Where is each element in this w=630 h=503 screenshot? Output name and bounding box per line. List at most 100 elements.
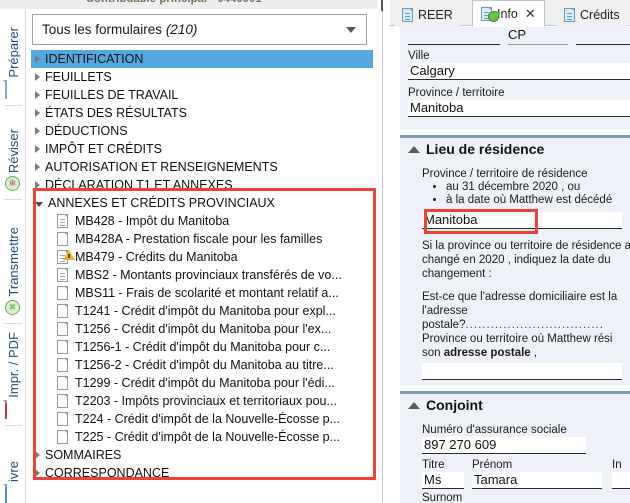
tree-group-row[interactable]: ANNEXES ET CRÉDITS PROVINCIAUX <box>31 194 373 212</box>
address-extra-field[interactable] <box>576 44 630 45</box>
panel-splitter[interactable] <box>378 0 390 503</box>
form-view-panel: REER Info ✕ Crédits CP Ville Calgary Pro… <box>390 0 630 503</box>
chevron-down-icon[interactable] <box>35 202 43 207</box>
document-blank-icon <box>57 340 68 354</box>
tab-reer[interactable]: REER <box>394 2 461 27</box>
chevron-right-icon[interactable] <box>35 469 40 477</box>
rail-item-suivre[interactable]: ivre <box>0 435 26 503</box>
sin-label: Numéro d'assurance sociale <box>422 424 567 436</box>
transmit-circle-icon: ✖ <box>5 300 21 316</box>
window-title: Contribuable principal - 0440001 <box>86 0 262 5</box>
tree-leaf-row[interactable]: T2203 - Impôts provinciaux et territoria… <box>31 392 373 410</box>
cp-label: CP <box>508 27 527 42</box>
chevron-right-icon[interactable] <box>35 109 40 117</box>
tree-group-row[interactable]: FEUILLES DE TRAVAIL <box>31 86 373 104</box>
address-line-field[interactable] <box>408 44 500 45</box>
tree-leaf-row[interactable]: MB428A - Prestation fiscale pour les fam… <box>31 230 373 248</box>
chevron-up-icon[interactable] <box>408 401 420 409</box>
tree-row-label: MB479 - Crédits du Manitoba <box>75 250 238 264</box>
rail-item-label: Impr. / PDF <box>5 332 21 398</box>
tab-info[interactable]: Info ✕ <box>472 0 545 27</box>
chevron-right-icon[interactable] <box>35 91 40 99</box>
postal-province-field[interactable] <box>422 363 622 380</box>
chevron-down-icon[interactable] <box>346 26 356 33</box>
tree-leaf-row[interactable]: MBS2 - Montants provinciaux transférés d… <box>31 266 373 284</box>
rail-item-impr-pdf[interactable]: Impr. / PDF <box>0 331 26 419</box>
residence-change-note: Si la province ou territoire de résidenc… <box>422 240 630 280</box>
firstname-label: Prénom <box>472 459 513 471</box>
province-field[interactable]: Manitoba <box>408 100 630 117</box>
chevron-right-icon[interactable] <box>35 145 40 153</box>
tree-leaf-row[interactable]: T1256 - Crédit d'impôt du Manitoba pour … <box>31 320 373 338</box>
title-field[interactable]: Ms <box>422 472 464 489</box>
tree-group-row[interactable]: DÉDUCTIONS <box>31 122 373 140</box>
rail-item-transmettre[interactable]: ✖ Transmettre <box>0 208 26 316</box>
spouse-section-header[interactable]: Conjoint <box>400 391 630 415</box>
tree-leaf-row[interactable]: T1256-1 - Crédit d'impôt du Manitoba pou… <box>31 338 373 356</box>
chevron-up-icon[interactable] <box>408 145 420 153</box>
tree-row-label: T224 - Crédit d'impôt de la Nouvelle-Éco… <box>75 412 341 426</box>
tree-group-row[interactable]: CORRESPONDANCE <box>31 464 373 482</box>
cp-field[interactable] <box>508 44 568 45</box>
tree-group-row[interactable]: AUTORISATION ET RENSEIGNEMENTS <box>31 158 373 176</box>
tree-group-row[interactable]: IDENTIFICATION <box>31 50 373 68</box>
tab-credits[interactable]: Crédits <box>556 2 628 27</box>
province-label: Province / territoire <box>408 87 505 99</box>
section-divider <box>400 391 630 394</box>
rail-item-label: Préparer <box>5 27 21 78</box>
tree-leaf-row[interactable]: T224 - Crédit d'impôt de la Nouvelle-Éco… <box>31 410 373 428</box>
chevron-right-icon[interactable] <box>35 181 40 189</box>
tree-leaf-row[interactable]: T1256-2 - Crédit d'impôt du Manitoba au … <box>31 356 373 374</box>
spouse-section-title: Conjoint <box>426 397 483 413</box>
chevron-right-icon[interactable] <box>35 127 40 135</box>
residence-province-field[interactable]: Manitoba <box>422 212 622 229</box>
splitter-handle[interactable] <box>381 0 383 11</box>
chevron-right-icon[interactable] <box>35 55 40 63</box>
document-blank-icon <box>57 430 68 444</box>
residence-section: Lieu de résidence Province / territoire … <box>400 135 630 385</box>
rail-item-label: ivre <box>5 461 21 482</box>
chevron-right-icon[interactable] <box>35 73 40 81</box>
tree-row-label: T1256-2 - Crédit d'impôt du Manitoba au … <box>75 358 334 372</box>
tree-leaf-row[interactable]: MB479 - Crédits du Manitoba <box>31 248 373 266</box>
form-tabstrip: REER Info ✕ Crédits <box>390 0 630 27</box>
warning-icon <box>63 250 75 260</box>
ville-field[interactable]: Calgary <box>408 63 630 80</box>
tree-leaf-row[interactable]: T1241 - Crédit d'impôt du Manitoba pour … <box>31 302 373 320</box>
postal-note: Province ou territoire où Matthew rési s… <box>422 332 630 360</box>
document-blank-icon <box>57 376 68 390</box>
mailing-question: Est-ce que l'adresse domiciliaire est la… <box>422 290 630 332</box>
tree-leaf-row[interactable]: T1299 - Crédit d'impôt du Manitoba pour … <box>31 374 373 392</box>
forms-tree[interactable]: IDENTIFICATION FEUILLETS FEUILLES DE TRAVA… <box>31 50 373 503</box>
document-icon <box>402 7 413 22</box>
tree-group-row[interactable]: ÉTATS DES RÉSULTATS <box>31 104 373 122</box>
document-lined-icon <box>57 268 68 282</box>
tree-leaf-row[interactable]: MBS11 - Frais de scolarité et montant re… <box>31 284 373 302</box>
rail-item-label: Transmettre <box>5 227 21 297</box>
close-icon[interactable]: ✕ <box>525 7 536 20</box>
sin-field[interactable]: 897 270 609 <box>422 437 586 454</box>
tree-row-label: CORRESPONDANCE <box>45 466 170 480</box>
tree-group-row[interactable]: IMPÔT ET CRÉDITS <box>31 140 373 158</box>
rail-item-reviser[interactable]: ❄ Réviser <box>0 114 26 192</box>
window-title-strip: Contribuable principal - 0440001 <box>0 0 378 9</box>
spouse-section: Conjoint Numéro d'assurance sociale 897 … <box>400 391 630 503</box>
forms-filter-dropdown[interactable]: Tous les formulaires (210) <box>32 14 367 45</box>
tree-leaf-row[interactable]: MB428 - Impôt du Manitoba <box>31 212 373 230</box>
tree-group-row[interactable]: FEUILLETS <box>31 68 373 86</box>
postal-note-bold: adresse postale <box>443 347 531 359</box>
firstname-field[interactable]: Tamara <box>472 472 602 489</box>
tree-group-row[interactable]: SOMMAIRES <box>31 446 373 464</box>
tree-leaf-row[interactable]: T225 - Crédit d'impôt de la Nouvelle-Éco… <box>31 428 373 446</box>
chevron-right-icon[interactable] <box>35 451 40 459</box>
ville-label: Ville <box>408 50 430 62</box>
tree-group-row[interactable]: DÉCLARATION T1 ET ANNEXES <box>31 176 373 194</box>
chevron-right-icon[interactable] <box>35 163 40 171</box>
postal-note-suffix: , <box>530 347 538 359</box>
tree-row-label: IMPÔT ET CRÉDITS <box>45 142 162 156</box>
tree-row-label: MB428A - Prestation fiscale pour les fam… <box>75 232 323 246</box>
residence-prompt: Province / territoire de résidence <box>422 168 588 180</box>
initial-field[interactable] <box>612 472 630 489</box>
residence-section-header[interactable]: Lieu de résidence <box>400 135 630 159</box>
rail-item-preparer[interactable]: Préparer <box>0 11 26 99</box>
